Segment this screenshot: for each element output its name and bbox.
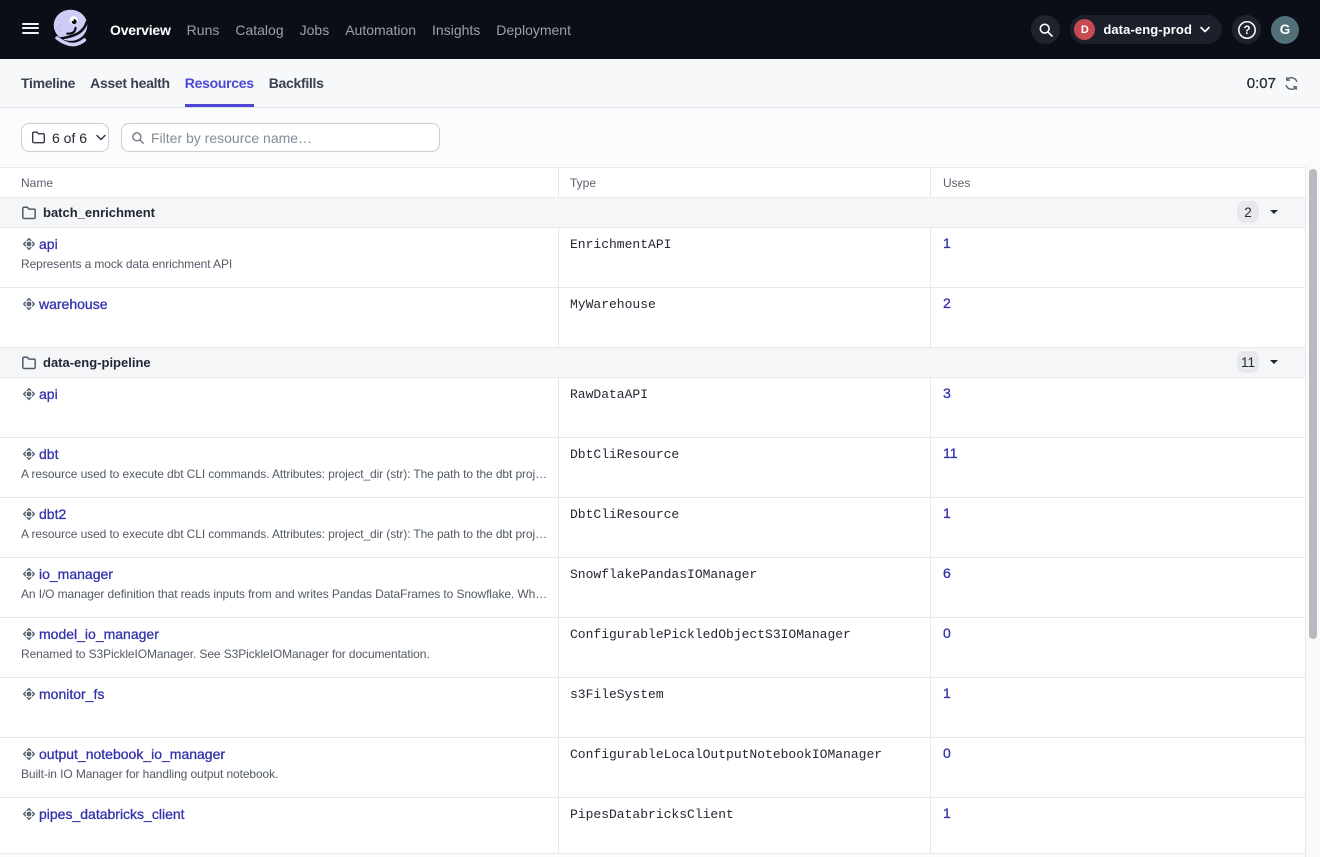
svg-text:?: ? bbox=[1243, 25, 1250, 37]
